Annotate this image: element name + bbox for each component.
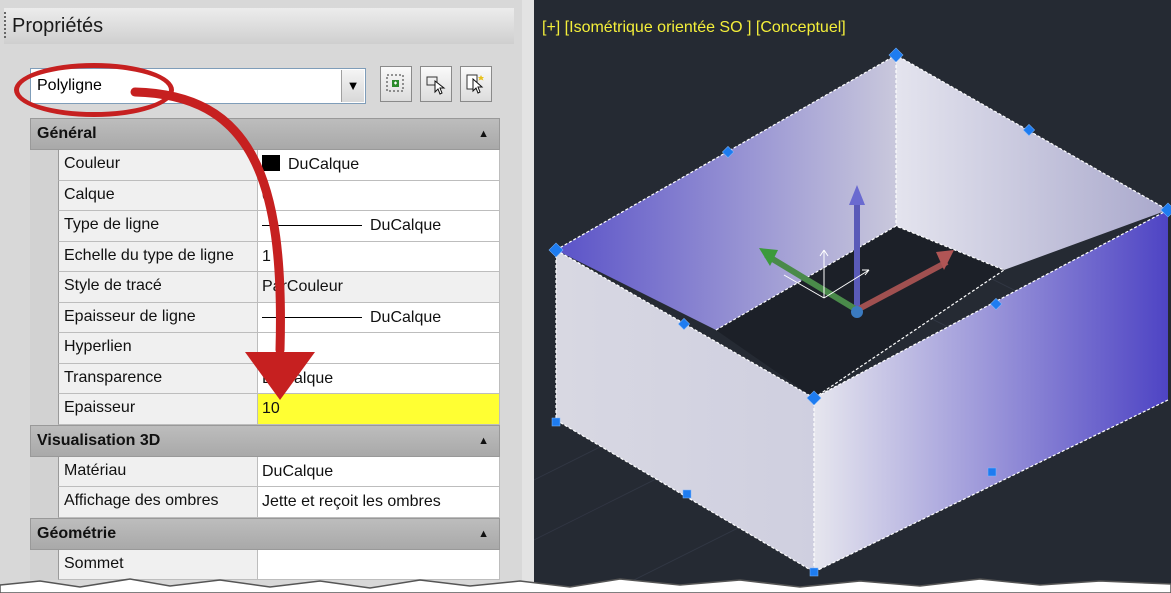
- toggle-pickadd-button[interactable]: [460, 66, 492, 102]
- section-title: Général: [37, 125, 97, 142]
- toggle-pickadd-icon: [466, 74, 484, 94]
- property-row-couleur[interactable]: Couleur DuCalque: [30, 150, 500, 181]
- section-general[interactable]: Général ▲: [30, 118, 500, 150]
- property-value[interactable]: DuCalque: [258, 302, 500, 333]
- property-label: Epaisseur de ligne: [58, 302, 258, 333]
- property-label: Style de tracé: [58, 272, 258, 303]
- property-value[interactable]: Jette et reçoit les ombres: [258, 487, 500, 518]
- property-value[interactable]: DuCalque: [258, 363, 500, 394]
- quick-select-icon: [386, 74, 404, 92]
- torn-edge: [0, 578, 1171, 593]
- property-value[interactable]: [258, 333, 500, 364]
- linetype-sample: [262, 225, 362, 227]
- quick-select-button[interactable]: [380, 66, 412, 102]
- property-value[interactable]: ParCouleur: [258, 272, 500, 303]
- property-label: Epaisseur: [58, 394, 258, 425]
- color-swatch-icon: [262, 155, 280, 172]
- property-value-text: DuCalque: [288, 156, 360, 173]
- collapse-icon[interactable]: ▲: [478, 426, 489, 456]
- property-value[interactable]: DuCalque: [258, 150, 500, 181]
- property-value[interactable]: DuCalque: [258, 456, 500, 487]
- property-row-calque[interactable]: Calque 0: [30, 180, 500, 211]
- property-label: Hyperlien: [58, 333, 258, 364]
- property-value-text: DuCalque: [370, 217, 442, 234]
- select-objects-icon: [426, 76, 446, 95]
- collapse-icon[interactable]: ▲: [478, 119, 489, 149]
- highlight-circle: [14, 63, 174, 117]
- drawing-viewport[interactable]: [+] [Isométrique orientée SO ] [Conceptu…: [534, 0, 1171, 593]
- property-row-epaisseur-de-ligne[interactable]: Epaisseur de ligne DuCalque: [30, 302, 500, 333]
- section-visualisation-3d[interactable]: Visualisation 3D ▲: [30, 424, 500, 457]
- chevron-down-icon[interactable]: ▼: [341, 70, 364, 102]
- property-row-transparence[interactable]: Transparence DuCalque: [30, 363, 500, 394]
- property-label: Couleur: [58, 150, 258, 181]
- property-row-echelle[interactable]: Echelle du type de ligne 1: [30, 241, 500, 272]
- property-label: Calque: [58, 180, 258, 211]
- property-row-hyperlien[interactable]: Hyperlien: [30, 333, 500, 364]
- section-geometrie[interactable]: Géométrie ▲: [30, 517, 500, 550]
- panel-title: Propriétés: [4, 8, 514, 44]
- property-row-type-de-ligne[interactable]: Type de ligne DuCalque: [30, 211, 500, 242]
- property-label: Type de ligne: [58, 211, 258, 242]
- property-label: Transparence: [58, 363, 258, 394]
- viewport-controls-label[interactable]: [+] [Isométrique orientée SO ] [Conceptu…: [542, 19, 846, 37]
- property-row-epaisseur[interactable]: Epaisseur 10: [30, 394, 500, 425]
- section-title: Visualisation 3D: [37, 431, 161, 449]
- model-canvas[interactable]: [534, 0, 1171, 593]
- select-objects-button[interactable]: [420, 66, 452, 102]
- property-label: Affichage des ombres: [58, 487, 258, 518]
- property-value[interactable]: DuCalque: [258, 211, 500, 242]
- property-value-text: DuCalque: [370, 308, 442, 326]
- property-label: Echelle du type de ligne: [58, 241, 258, 272]
- properties-grid: Général ▲ Couleur DuCalque Calque 0 Type…: [30, 118, 500, 580]
- lineweight-sample: [262, 316, 362, 318]
- collapse-icon[interactable]: ▲: [478, 519, 489, 549]
- property-value[interactable]: 1: [258, 241, 500, 272]
- property-row-ombres[interactable]: Affichage des ombres Jette et reçoit les…: [30, 487, 500, 518]
- panel-splitter[interactable]: [522, 0, 534, 593]
- property-value[interactable]: 0: [258, 180, 500, 211]
- property-row-materiau[interactable]: Matériau DuCalque: [30, 456, 500, 487]
- property-label: Matériau: [58, 456, 258, 487]
- thickness-input[interactable]: 10: [258, 394, 500, 425]
- property-row-style-de-trace[interactable]: Style de tracé ParCouleur: [30, 272, 500, 303]
- section-title: Géométrie: [37, 524, 117, 542]
